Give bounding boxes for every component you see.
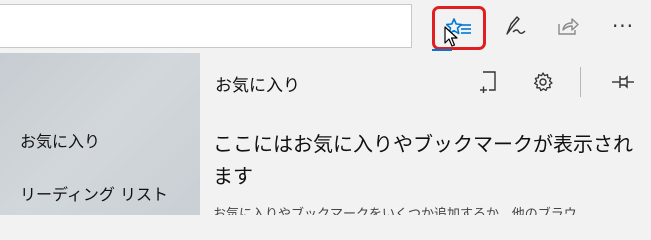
hub-nav-favorites[interactable]: お気に入り bbox=[20, 128, 100, 152]
address-bar[interactable] bbox=[0, 4, 412, 48]
pin-pane-button[interactable] bbox=[610, 69, 636, 95]
browser-window: ··· お気に入り リーディング リスト お気に入り ここにはお気に入りやブック… bbox=[0, 0, 651, 215]
mouse-cursor-icon bbox=[444, 26, 458, 47]
gear-icon bbox=[533, 72, 553, 92]
pen-icon bbox=[506, 16, 526, 35]
hub-active-indicator bbox=[432, 49, 452, 51]
favorites-panel: お気に入り ここにはお気に入りやブックマークが表示されます お気に入りやブックマ… bbox=[200, 53, 651, 215]
panel-header: お気に入り bbox=[200, 53, 651, 111]
browser-toolbar: ··· bbox=[0, 0, 651, 53]
add-to-favorites-button[interactable] bbox=[476, 69, 502, 95]
hub-nav-reading-list[interactable]: リーディング リスト bbox=[20, 181, 168, 205]
header-divider bbox=[580, 67, 581, 97]
empty-favorites-subtext: お気に入りやブックマークをいくつか追加するか、他のブラウ bbox=[213, 203, 643, 215]
more-icon: ··· bbox=[611, 14, 635, 38]
more-button[interactable]: ··· bbox=[598, 4, 648, 48]
pin-icon bbox=[612, 75, 634, 89]
empty-favorites-message: ここにはお気に入りやブックマークが表示されます bbox=[213, 132, 633, 188]
share-button[interactable] bbox=[543, 4, 593, 48]
share-icon bbox=[558, 18, 579, 35]
web-notes-button[interactable] bbox=[490, 4, 540, 48]
empty-favorites-subtext-line: お気に入りやブックマークをいくつか追加するか、他のブラウ bbox=[213, 207, 577, 215]
hub-navigation: お気に入り リーディング リスト bbox=[0, 53, 200, 215]
settings-button[interactable] bbox=[530, 69, 556, 95]
panel-title: お気に入り bbox=[215, 76, 300, 96]
add-to-favorites-icon bbox=[480, 71, 496, 93]
